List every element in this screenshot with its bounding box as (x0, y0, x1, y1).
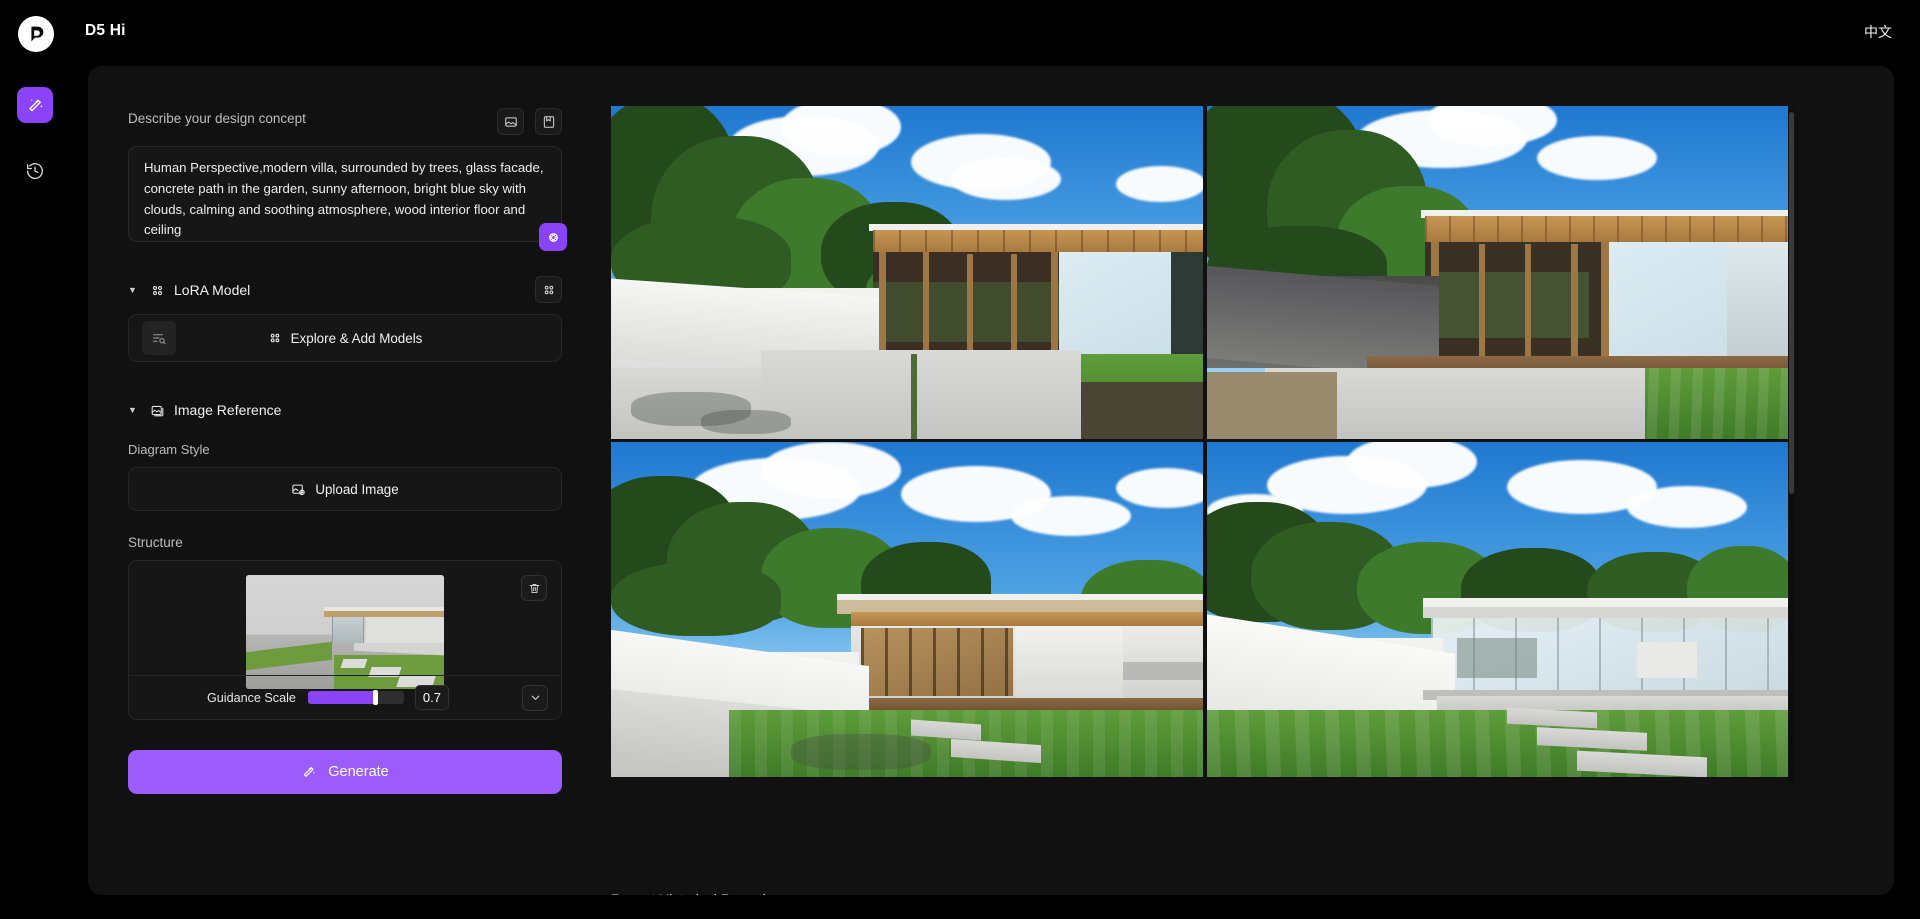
left-rail (0, 66, 70, 919)
grid-models-icon (544, 285, 553, 294)
structure-thumbnail[interactable] (246, 575, 444, 689)
grid-models-icon (270, 333, 279, 343)
lora-title: LoRA Model (174, 282, 251, 298)
lora-section-header[interactable]: ▼ LoRA Model (128, 276, 568, 304)
image-preset-icon (504, 116, 517, 127)
explore-add-models-button[interactable]: Explore & Add Models (129, 331, 561, 346)
app-logo[interactable] (18, 16, 54, 52)
guidance-scale-knob[interactable] (373, 690, 379, 705)
trash-icon (529, 583, 539, 593)
prompt-label: Describe your design concept (128, 111, 306, 126)
upload-image-label: Upload Image (315, 481, 399, 497)
grid-models-icon (152, 285, 163, 295)
lora-collapse-caret[interactable]: ▼ (128, 285, 140, 295)
structure-delete-button[interactable] (521, 575, 547, 601)
generate-button[interactable]: Generate (128, 750, 562, 794)
language-toggle[interactable]: 中文 (1864, 22, 1892, 42)
prompt-header: Describe your design concept (128, 108, 568, 138)
results-area (611, 106, 1811, 786)
image-reference-collapse-caret[interactable]: ▼ (128, 405, 140, 415)
guidance-scale-value[interactable]: 0.7 (414, 685, 449, 710)
lora-row: Explore & Add Models (128, 314, 562, 362)
diagram-style-label: Diagram Style (128, 442, 210, 457)
image-reference-icon (151, 405, 164, 416)
lora-manage-button[interactable] (535, 276, 562, 303)
generated-image-1[interactable] (611, 106, 1203, 439)
image-reference-title: Image Reference (174, 402, 282, 418)
results-grid (611, 106, 1794, 784)
top-bar: D5 Hi 中文 (0, 0, 1920, 66)
guidance-scale-expand-button[interactable] (522, 684, 548, 711)
chevron-down-icon (531, 695, 539, 700)
generated-image-3[interactable] (611, 442, 1203, 777)
image-reference-header[interactable]: ▼ Image Reference (128, 396, 568, 424)
d5-logo-icon (31, 26, 44, 42)
generated-image-2[interactable] (1207, 106, 1788, 439)
main-shell: Describe your design concept Human Persp… (88, 66, 1894, 895)
guidance-scale-slider[interactable] (307, 690, 404, 705)
prompt-image-preset-button[interactable] (497, 108, 524, 135)
history-clock-icon (26, 163, 43, 180)
guidance-scale-row: Guidance Scale 0.7 (129, 675, 561, 719)
prompt-save-button[interactable] (535, 108, 562, 135)
upload-image-icon (292, 484, 306, 495)
guidance-scale-fill (307, 691, 376, 704)
rail-item-generate[interactable] (17, 87, 53, 123)
prompt-enhance-button[interactable] (539, 223, 567, 251)
control-panel: Describe your design concept Human Persp… (128, 108, 568, 895)
recent-historical-records-label: Recent Historical Records (611, 891, 773, 895)
structure-label: Structure (128, 535, 183, 550)
rail-item-history[interactable] (17, 153, 53, 189)
magic-wand-icon (304, 766, 316, 777)
lora-title-icon-wrap (150, 283, 165, 298)
generate-button-label: Generate (328, 764, 389, 780)
app-title: D5 Hi (85, 22, 126, 39)
upload-image-button[interactable]: Upload Image (128, 467, 562, 511)
results-scrollbar-thumb[interactable] (1789, 112, 1794, 494)
magic-wand-icon (28, 98, 43, 111)
explore-add-models-label: Explore & Add Models (290, 330, 423, 346)
results-scrollbar[interactable] (1789, 108, 1794, 782)
save-prompt-icon (543, 115, 554, 128)
prompt-value: Human Perspective,modern villa, surround… (144, 160, 548, 238)
generated-image-4[interactable] (1207, 442, 1788, 777)
image-reference-icon-wrap (150, 403, 165, 418)
structure-box: Guidance Scale 0.7 (128, 560, 562, 720)
ai-enhance-icon (548, 232, 558, 242)
guidance-scale-label: Guidance Scale (207, 690, 296, 705)
prompt-textarea[interactable]: Human Perspective,modern villa, surround… (128, 146, 567, 251)
